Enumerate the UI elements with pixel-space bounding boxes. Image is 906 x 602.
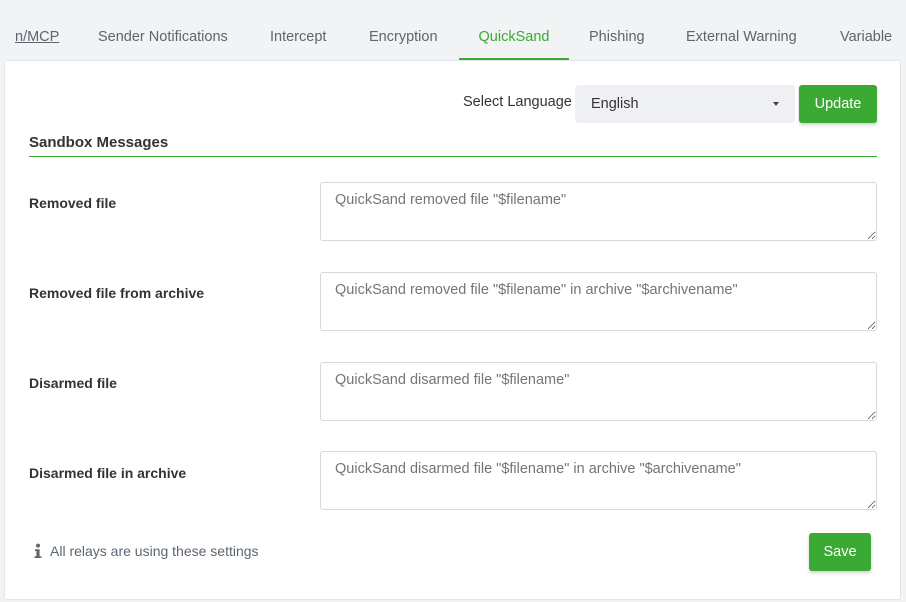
language-selected-value: English — [591, 96, 639, 112]
disarmed-file-label: Disarmed file — [29, 375, 117, 391]
tab-phishing[interactable]: Phishing — [589, 14, 645, 58]
language-select[interactable]: English — [575, 85, 795, 123]
tab-external-warning[interactable]: External Warning — [686, 14, 797, 58]
tab-encryption[interactable]: Encryption — [369, 14, 438, 58]
tab-sender-notifications[interactable]: Sender Notifications — [98, 14, 228, 58]
relays-info-text: All relays are using these settings — [50, 543, 259, 559]
save-button[interactable]: Save — [809, 533, 871, 571]
language-label: Select Language — [463, 94, 572, 110]
removed-file-input[interactable] — [320, 182, 877, 241]
removed-file-from-archive-label: Removed file from archive — [29, 285, 205, 301]
update-button[interactable]: Update — [799, 85, 877, 123]
tab-mcp[interactable]: n/MCP — [15, 14, 59, 58]
disarmed-file-input[interactable] — [320, 362, 877, 421]
tab-mcp-label: n/MCP — [15, 29, 60, 45]
section-title: Sandbox Messages — [29, 134, 169, 151]
tab-bar: n/MCP Sender Notifications Intercept Enc… — [0, 0, 906, 60]
info-icon — [34, 543, 42, 558]
tab-quicksand[interactable]: QuickSand — [459, 14, 569, 60]
caret-down-icon — [773, 102, 779, 106]
tab-variable[interactable]: Variable — [840, 14, 892, 58]
disarmed-file-in-archive-input[interactable] — [320, 451, 877, 510]
removed-file-label: Removed file — [29, 195, 117, 211]
removed-file-from-archive-input[interactable] — [320, 272, 877, 331]
disarmed-file-in-archive-label: Disarmed file in archive — [29, 465, 187, 481]
tab-intercept[interactable]: Intercept — [270, 14, 326, 58]
section-divider — [29, 156, 877, 157]
